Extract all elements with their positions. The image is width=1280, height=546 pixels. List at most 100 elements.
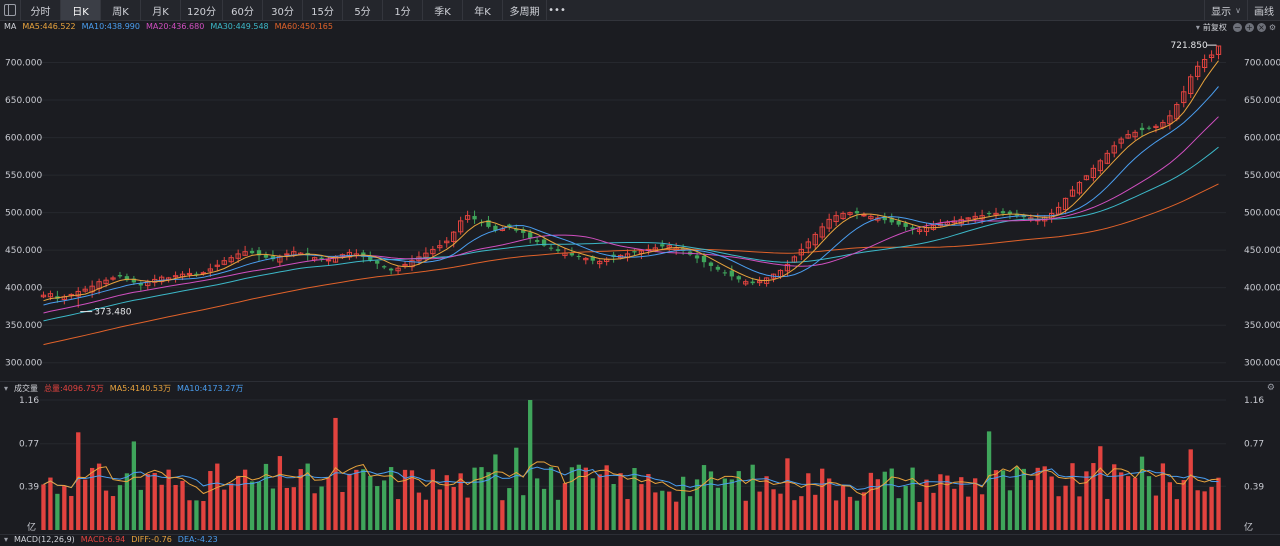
collapse-icon-2[interactable]: ▾: [4, 535, 8, 544]
volume-gear-icon[interactable]: ⚙: [1267, 383, 1275, 393]
volume-bar: [444, 475, 449, 530]
display-menu-button[interactable]: 显示 ∨: [1204, 0, 1247, 20]
volume-bar: [270, 488, 276, 530]
volume-bar: [1035, 467, 1040, 530]
volume-bar: [569, 467, 575, 530]
volume-bar: [722, 478, 728, 530]
gear-icon[interactable]: ⚙: [1269, 23, 1276, 32]
y-tick-label-left: 500.000: [5, 209, 42, 219]
volume-bar: [750, 464, 755, 530]
volume-bar: [847, 496, 853, 530]
draw-line-button[interactable]: 画线: [1247, 0, 1280, 20]
volume-bar: [792, 500, 797, 530]
volume-bar: [319, 486, 324, 530]
volume-ma5: MA5:4140.53万: [109, 384, 172, 393]
volume-bar: [110, 496, 116, 530]
volume-bar: [465, 497, 470, 530]
candlestick-chart[interactable]: 700.000 700.000 650.000 650.000 600.000 600.0…: [0, 32, 1280, 382]
volume-bar: [395, 499, 401, 530]
tab-monthly-k[interactable]: 月K: [141, 0, 181, 20]
volume-bar: [222, 489, 227, 530]
tab-daily-k[interactable]: 日K: [61, 0, 101, 20]
volume-bar: [1042, 466, 1047, 530]
volume-bar: [646, 474, 651, 530]
tab-120min[interactable]: 120分: [181, 0, 223, 20]
ma5-value: MA5:446.522: [22, 22, 76, 31]
candle-body: [632, 251, 637, 253]
macd-title: MACD(12,26,9): [14, 535, 75, 544]
sidebar-toggle-icon[interactable]: [0, 0, 21, 20]
tab-multi-period[interactable]: 多周期: [503, 0, 547, 20]
tab-5min[interactable]: 5分: [343, 0, 383, 20]
volume-bar: [833, 500, 839, 530]
close-icon[interactable]: ×: [1256, 23, 1266, 32]
volume-chart[interactable]: 1.16 1.16 0.77 0.77 0.39 0.39 亿 亿: [0, 394, 1280, 534]
y-tick-label-left: 350.000: [5, 321, 42, 331]
candle-body: [548, 247, 554, 249]
volume-bar: [799, 496, 804, 530]
candle-body: [555, 249, 561, 251]
volume-bar: [861, 492, 867, 530]
tab-yearly-k[interactable]: 年K: [463, 0, 503, 20]
volume-bar: [667, 491, 672, 530]
volume-bar: [1049, 476, 1054, 530]
tab-intraday[interactable]: 分时: [21, 0, 61, 20]
volume-bar: [1174, 499, 1179, 530]
volume-bar: [555, 499, 561, 530]
minus-icon[interactable]: −: [1232, 23, 1242, 32]
volume-bar: [263, 463, 269, 530]
collapse-icon[interactable]: ▾: [4, 384, 8, 393]
volume-bar: [173, 485, 178, 530]
y-tick-label-right: 500.000: [1244, 209, 1280, 219]
y-tick-label-left: 650.000: [5, 96, 42, 106]
adjust-dropdown-icon[interactable]: ▾: [1196, 23, 1200, 32]
tab-1min[interactable]: 1分: [383, 0, 423, 20]
tab-quarterly-k[interactable]: 季K: [423, 0, 463, 20]
y-tick-label-left: 600.000: [5, 134, 42, 144]
ma20-line: [43, 116, 1219, 314]
volume-total: 总量:4096.75万: [44, 384, 104, 393]
volume-bar: [479, 467, 484, 530]
candle-body: [375, 260, 380, 264]
volume-bar: [687, 496, 693, 530]
candle-body: [472, 215, 477, 220]
volume-bar: [771, 489, 776, 530]
panel-divider: [0, 381, 1280, 382]
ma10-line: [43, 86, 1219, 306]
volume-bar: [840, 485, 846, 530]
y-tick-label-right: 300.000: [1244, 359, 1280, 369]
volume-bar: [1146, 476, 1152, 530]
volume-bar: [660, 490, 665, 530]
volume-bar: [757, 491, 762, 530]
volume-bar: [611, 484, 616, 530]
volume-bar: [1063, 485, 1068, 530]
volume-bar: [55, 493, 60, 530]
more-tabs-button[interactable]: •••: [547, 0, 567, 20]
volume-bar: [1209, 486, 1214, 530]
tab-60min[interactable]: 60分: [223, 0, 263, 20]
tab-15min[interactable]: 15分: [303, 0, 343, 20]
volume-bar: [1132, 477, 1138, 530]
tab-weekly-k[interactable]: 周K: [101, 0, 141, 20]
volume-bar: [152, 472, 157, 530]
candle-body: [249, 250, 255, 254]
ma10-value: MA10:438.990: [81, 22, 140, 31]
volume-bar: [451, 486, 456, 530]
period-toolbar: 分时 日K 周K 月K 120分 60分 30分 15分 5分 1分 季K 年K…: [0, 0, 1280, 21]
volume-bar: [827, 478, 832, 530]
volume-bar: [138, 489, 143, 530]
volume-bar: [1098, 446, 1103, 530]
y-tick-label-left: 300.000: [5, 359, 42, 369]
volume-bar: [402, 469, 408, 530]
volume-bar: [1000, 470, 1006, 530]
volume-bar: [194, 500, 199, 530]
candle-body: [534, 240, 540, 242]
candle-body: [1139, 127, 1145, 131]
volume-bar: [1167, 482, 1173, 530]
tab-30min[interactable]: 30分: [263, 0, 303, 20]
volume-bar: [576, 464, 582, 530]
volume-bar: [249, 481, 255, 530]
plus-icon[interactable]: +: [1244, 23, 1254, 32]
volume-legend: ▾ 成交量 总量:4096.75万 MA5:4140.53万 MA10:4173…: [4, 383, 243, 394]
volume-bar: [375, 486, 380, 530]
